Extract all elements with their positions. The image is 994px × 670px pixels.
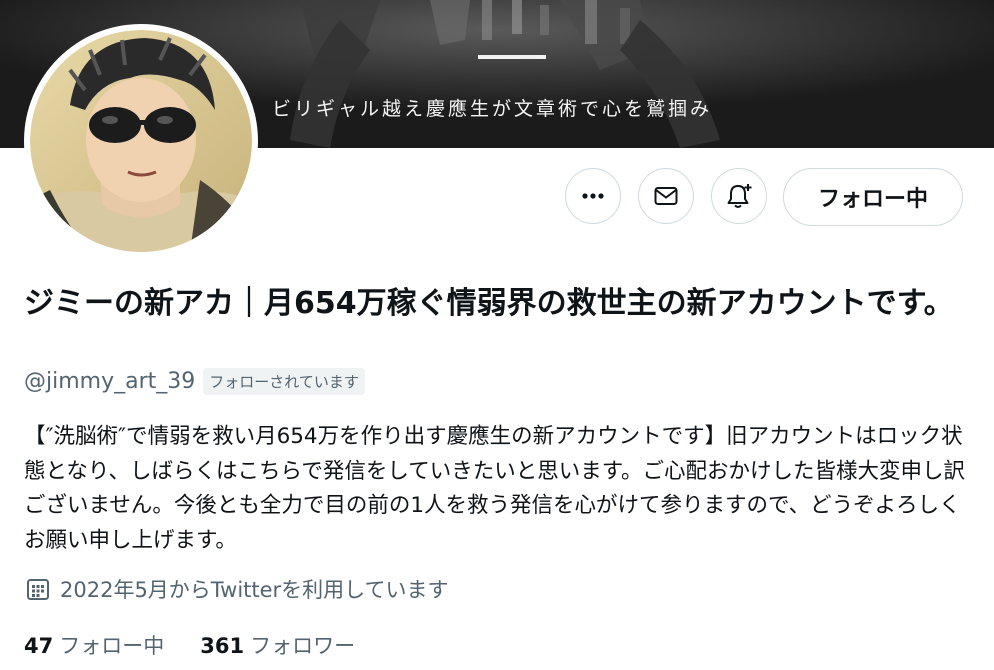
handle-row: @jimmy_art_39 フォローされています <box>24 368 365 395</box>
follows-you-badge: フォローされています <box>203 368 365 395</box>
banner-divider-line <box>478 55 546 59</box>
followers-count: 361 <box>200 634 245 658</box>
following-label: フォロー中 <box>59 634 165 658</box>
avatar[interactable] <box>24 24 258 258</box>
message-button[interactable] <box>638 168 694 224</box>
join-date-text: 2022年5月からTwitterを利用しています <box>60 578 449 602</box>
profile-bio: 【″洗脳術″で情弱を救い月654万を作り出す慶應生の新アカウントです】旧アカウン… <box>24 424 966 553</box>
followers-label: フォロワー <box>250 634 356 658</box>
more-options-button[interactable] <box>565 168 621 224</box>
banner-tagline: ビリギャル越え慶應生が文章術で心を鷲掴み <box>272 98 713 120</box>
followers-link[interactable]: 361 フォロワー <box>200 630 355 660</box>
join-date: 2022年5月からTwitterを利用しています <box>24 574 449 604</box>
more-horizontal-icon <box>582 193 604 199</box>
bell-plus-icon <box>727 184 752 208</box>
user-handle: @jimmy_art_39 <box>24 369 196 394</box>
following-link[interactable]: 47 フォロー中 <box>24 630 164 660</box>
envelope-icon <box>654 187 678 205</box>
follow-stats: 47 フォロー中 361 フォロワー <box>24 630 391 660</box>
following-button[interactable]: フォロー中 <box>783 168 963 226</box>
display-name: ジミーの新アカ｜月654万稼ぐ情弱界の救世主の新アカウントです。 <box>24 286 954 321</box>
following-count: 47 <box>24 634 54 658</box>
calendar-icon <box>24 575 52 603</box>
notify-button[interactable] <box>711 168 767 224</box>
avatar-image <box>30 30 252 252</box>
